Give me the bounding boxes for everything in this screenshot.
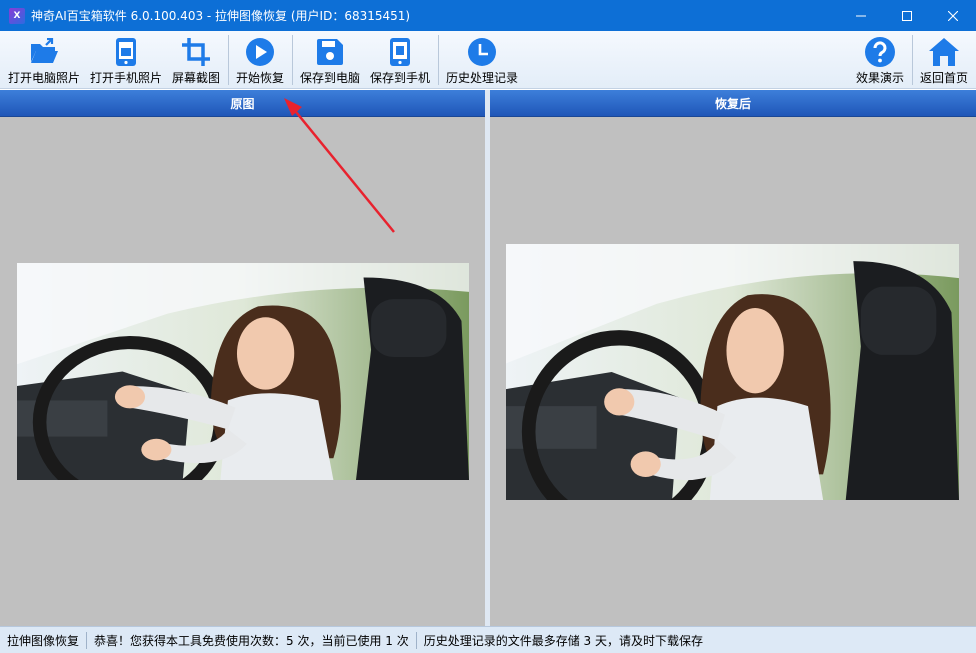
restored-panel-header: 恢复后 bbox=[490, 90, 976, 117]
open-pc-photo-label: 打开电脑照片 bbox=[7, 71, 80, 85]
demo-button[interactable]: 效果演示 bbox=[852, 31, 908, 89]
crop-icon bbox=[182, 38, 210, 66]
close-icon bbox=[948, 10, 958, 21]
title-bar: X 神奇AI百宝箱软件 6.0.100.403 - 拉伸图像恢复 (用户ID：6… bbox=[0, 0, 976, 31]
open-phone-photo-button[interactable]: 打开手机照片 bbox=[88, 31, 164, 89]
save-to-pc-button[interactable]: 保存到电脑 bbox=[296, 31, 364, 89]
annotation-arrow bbox=[284, 98, 395, 233]
history-label: 历史处理记录 bbox=[445, 71, 518, 85]
open-phone-photo-label: 打开手机照片 bbox=[89, 71, 162, 85]
app-icon: X bbox=[9, 7, 25, 24]
restored-photo-image bbox=[506, 244, 959, 500]
home-button[interactable]: 返回首页 bbox=[916, 31, 972, 89]
maximize-icon bbox=[902, 10, 912, 21]
start-restore-button[interactable]: 开始恢复 bbox=[232, 31, 288, 89]
clock-icon bbox=[468, 38, 496, 66]
play-icon bbox=[246, 38, 274, 66]
original-panel: 原图 bbox=[0, 90, 485, 626]
save-to-phone-button[interactable]: 保存到手机 bbox=[366, 31, 434, 89]
toolbar-separator bbox=[438, 35, 439, 85]
screenshot-button[interactable]: 屏幕截图 bbox=[168, 31, 224, 89]
original-photo bbox=[17, 263, 469, 480]
history-button[interactable]: 历史处理记录 bbox=[442, 31, 522, 89]
phone-icon bbox=[116, 38, 136, 66]
phone-save-icon bbox=[390, 38, 410, 66]
restored-photo bbox=[506, 244, 959, 500]
original-photo-image bbox=[17, 263, 469, 480]
toolbar: 打开电脑照片 打开手机照片 屏幕截图 开始恢复 保存到电脑 保存到手机 历史处理… bbox=[0, 31, 976, 89]
home-icon bbox=[929, 38, 959, 66]
floppy-disk-icon bbox=[317, 39, 343, 65]
save-to-phone-label: 保存到手机 bbox=[369, 71, 430, 85]
home-label: 返回首页 bbox=[919, 71, 968, 85]
status-mode: 拉伸图像恢复 bbox=[7, 633, 80, 648]
maximize-button[interactable] bbox=[884, 0, 930, 31]
open-pc-photo-button[interactable]: 打开电脑照片 bbox=[6, 31, 82, 89]
save-to-pc-label: 保存到电脑 bbox=[299, 71, 360, 85]
question-icon bbox=[865, 37, 895, 67]
close-button[interactable] bbox=[930, 0, 976, 31]
status-storage: 历史处理记录的文件最多存储 3 天，请及时下载保存 bbox=[423, 633, 704, 648]
start-restore-label: 开始恢复 bbox=[235, 71, 284, 85]
status-bar: 拉伸图像恢复 恭喜！您获得本工具免费使用次数：5 次，当前已使用 1 次 历史处… bbox=[0, 626, 976, 653]
original-panel-header: 原图 bbox=[0, 90, 485, 117]
toolbar-separator bbox=[228, 35, 229, 85]
window-title: 神奇AI百宝箱软件 6.0.100.403 - 拉伸图像恢复 (用户ID：683… bbox=[31, 9, 411, 23]
minimize-button[interactable] bbox=[838, 0, 884, 31]
toolbar-separator bbox=[292, 35, 293, 85]
folder-open-icon bbox=[31, 38, 58, 63]
status-usage: 恭喜！您获得本工具免费使用次数：5 次，当前已使用 1 次 bbox=[94, 633, 409, 648]
minimize-icon bbox=[856, 15, 866, 16]
demo-label: 效果演示 bbox=[855, 71, 904, 85]
screenshot-label: 屏幕截图 bbox=[171, 71, 220, 85]
restored-panel: 恢复后 bbox=[490, 90, 976, 626]
toolbar-separator bbox=[912, 35, 913, 85]
